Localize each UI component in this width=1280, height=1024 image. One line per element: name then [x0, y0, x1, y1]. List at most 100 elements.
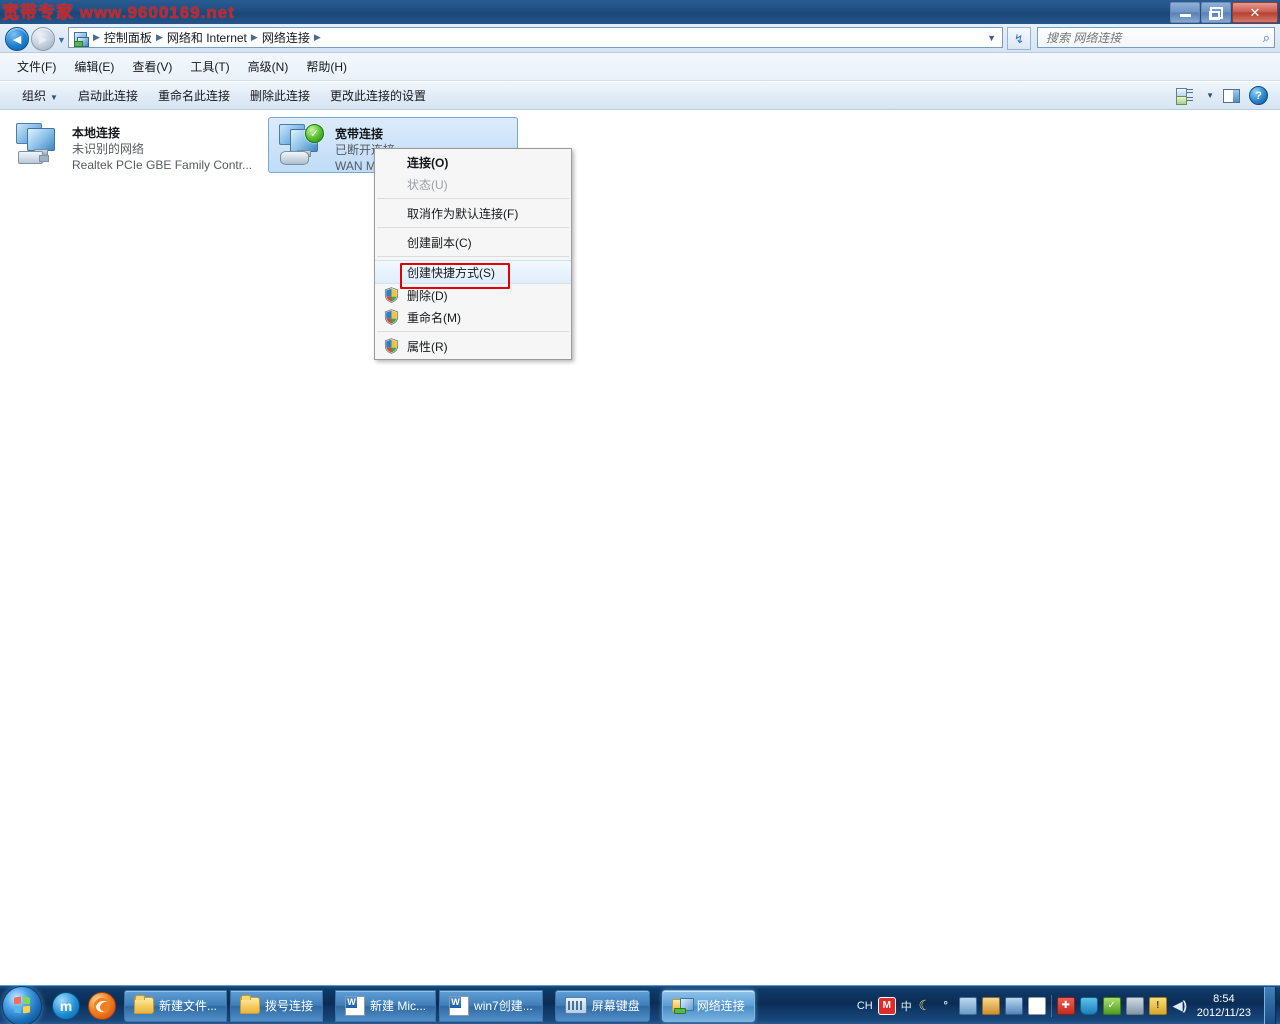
help-icon[interactable]: ?: [1249, 86, 1268, 105]
network-connections-icon: [672, 998, 692, 1014]
minimize-button[interactable]: [1170, 2, 1200, 23]
ime-mode-indicator[interactable]: 中: [901, 998, 912, 1014]
red-cross-icon[interactable]: ✚: [1057, 997, 1075, 1015]
breadcrumb-item-network-connections[interactable]: 网络连接: [259, 29, 313, 46]
context-menu-item-rename[interactable]: 重命名(M): [375, 306, 571, 328]
modem-icon: [280, 151, 309, 165]
default-connection-check-icon: ✓: [305, 124, 324, 143]
uac-shield-icon: [384, 338, 399, 354]
green-check-icon[interactable]: ✓: [1103, 997, 1121, 1015]
moon-icon[interactable]: ☾: [917, 998, 933, 1014]
address-bar[interactable]: ▶ 控制面板 ▶ 网络和 Internet ▶ 网络连接 ▶ ▼: [68, 27, 1003, 48]
delete-connection-button[interactable]: 删除此连接: [240, 83, 320, 108]
menu-bar: 文件(F) 编辑(E) 查看(V) 工具(T) 高级(N) 帮助(H): [0, 53, 1280, 81]
taskbar-button-word-win7[interactable]: win7创建...: [439, 990, 543, 1022]
restore-icon: [1210, 7, 1223, 19]
context-menu-item-create-copy[interactable]: 创建副本(C): [375, 231, 571, 253]
taskbar-button-onscreen-keyboard[interactable]: 屏幕键盘: [555, 990, 650, 1022]
menu-edit[interactable]: 编辑(E): [65, 55, 123, 78]
grey-check-icon[interactable]: [1126, 997, 1144, 1015]
ime-keyboard-icon[interactable]: [959, 997, 977, 1015]
context-menu-item-properties[interactable]: 属性(R): [375, 335, 571, 357]
breadcrumb-separator: ▶: [250, 32, 259, 43]
menu-file[interactable]: 文件(F): [8, 55, 65, 78]
breadcrumb-item-control-panel[interactable]: 控制面板: [101, 29, 155, 46]
change-connection-settings-button[interactable]: 更改此连接的设置: [320, 83, 436, 108]
security-shield-icon[interactable]: [1080, 997, 1098, 1015]
start-button[interactable]: [2, 986, 42, 1024]
history-dropdown-icon[interactable]: ▼: [57, 35, 66, 45]
refresh-icon: ↯: [1014, 32, 1024, 46]
forward-arrow-icon: ►: [36, 32, 50, 46]
windows-logo-icon: [14, 997, 31, 1014]
volume-icon[interactable]: ◀): [1172, 998, 1188, 1014]
title-bar: ✕: [0, 0, 1280, 25]
back-arrow-icon: ◄: [10, 32, 24, 46]
close-button[interactable]: ✕: [1232, 2, 1278, 23]
breadcrumb-separator: ▶: [155, 32, 164, 43]
degree-icon[interactable]: °: [938, 998, 954, 1014]
search-input[interactable]: [1042, 30, 1253, 46]
context-menu-item-create-shortcut[interactable]: 创建快捷方式(S): [375, 260, 571, 284]
content-area: 本地连接 未识别的网络 Realtek PCIe GBE Family Cont…: [0, 111, 1280, 985]
maxthon-icon[interactable]: m: [52, 992, 80, 1020]
restore-button[interactable]: [1201, 2, 1231, 23]
folder-icon: [240, 997, 260, 1014]
taskbar: m 新建文件... 拨号连接 新建 Mic...: [0, 985, 1280, 1024]
refresh-button[interactable]: ↯: [1007, 27, 1031, 50]
forward-button[interactable]: ►: [31, 27, 55, 51]
context-menu-item-label: 删除(D): [407, 287, 448, 304]
preview-pane-icon[interactable]: [1223, 89, 1240, 103]
minimize-icon: [1180, 14, 1191, 17]
uac-shield-icon: [384, 309, 399, 325]
menu-view[interactable]: 查看(V): [123, 55, 181, 78]
firefox-icon[interactable]: [88, 992, 116, 1020]
clock-date: 2012/11/23: [1197, 1006, 1251, 1020]
quick-launch: m: [52, 992, 116, 1020]
window-controls: ✕: [1170, 2, 1278, 23]
context-menu-separator: [377, 198, 569, 199]
context-menu-item-connect[interactable]: 连接(O): [375, 151, 571, 173]
view-options-icon[interactable]: [1176, 88, 1193, 103]
taskbar-button-label: 拨号连接: [265, 997, 313, 1014]
view-dropdown-icon[interactable]: ▼: [1206, 91, 1214, 100]
search-icon: ⌕: [1263, 30, 1270, 46]
command-bar-right: ▼ ?: [1176, 86, 1280, 105]
system-tray: CH M 中 ☾ ° ✚ ✓ ! ◀) 8:54 2012/11/23: [857, 987, 1280, 1024]
show-desktop-button[interactable]: [1264, 987, 1276, 1024]
sogou-ime-icon[interactable]: M: [878, 997, 896, 1015]
back-button[interactable]: ◄: [5, 27, 29, 51]
chevron-down-icon: ▼: [50, 93, 58, 102]
context-menu-item-unset-default[interactable]: 取消作为默认连接(F): [375, 202, 571, 224]
taskbar-button-word-new[interactable]: 新建 Mic...: [335, 990, 436, 1022]
breadcrumb-separator: ▶: [313, 32, 322, 43]
ime-language-indicator[interactable]: CH: [857, 1000, 873, 1012]
breadcrumb-item-network-internet[interactable]: 网络和 Internet: [164, 29, 250, 46]
start-connection-button[interactable]: 启动此连接: [68, 83, 148, 108]
organize-button[interactable]: 组织▼: [12, 83, 68, 108]
connection-text: 本地连接 未识别的网络 Realtek PCIe GBE Family Cont…: [72, 121, 252, 173]
warning-icon[interactable]: !: [1149, 997, 1167, 1015]
rename-connection-button[interactable]: 重命名此连接: [148, 83, 240, 108]
toolbox-icon[interactable]: [982, 997, 1000, 1015]
clock[interactable]: 8:54 2012/11/23: [1193, 992, 1257, 1020]
menu-advanced[interactable]: 高级(N): [239, 55, 298, 78]
address-dropdown-icon[interactable]: ▼: [987, 33, 1000, 43]
local-connection-icon: [12, 121, 68, 169]
search-box[interactable]: ⌕: [1037, 27, 1275, 48]
context-menu-item-delete[interactable]: 删除(D): [375, 284, 571, 306]
connection-item-local[interactable]: 本地连接 未识别的网络 Realtek PCIe GBE Family Cont…: [6, 117, 256, 173]
taskbar-button-new-folder[interactable]: 新建文件...: [124, 990, 227, 1022]
taskbar-buttons: 新建文件... 拨号连接 新建 Mic... win7创建... 屏幕键盘: [124, 990, 755, 1022]
taskbar-button-network-connections[interactable]: 网络连接: [662, 990, 755, 1022]
menu-help[interactable]: 帮助(H): [297, 55, 356, 78]
taskbar-button-dialup[interactable]: 拨号连接: [230, 990, 323, 1022]
document-icon[interactable]: [1028, 997, 1046, 1015]
menu-tools[interactable]: 工具(T): [181, 55, 238, 78]
monitor-front-shape: [27, 128, 55, 151]
folder-icon: [134, 997, 154, 1014]
connection-status: 未识别的网络: [72, 141, 252, 157]
keyboard-icon: [565, 997, 587, 1014]
magnifier-icon[interactable]: [1005, 997, 1023, 1015]
context-menu-separator: [377, 227, 569, 228]
